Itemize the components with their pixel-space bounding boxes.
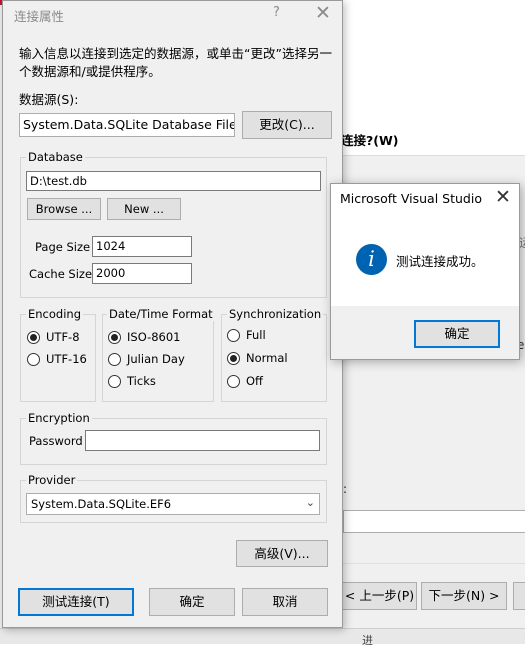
help-icon[interactable]: ? [273, 5, 280, 20]
browse-button[interactable]: Browse ... [27, 198, 101, 220]
radio-label: Ticks [127, 374, 156, 388]
wizard-question: 连接?(W) [341, 133, 399, 148]
radio-label: Normal [246, 351, 288, 365]
cache-size-label: Cache Size [29, 267, 93, 281]
encoding-group-label: Encoding [26, 307, 83, 321]
cancel-button[interactable]: 取消 [242, 588, 328, 616]
radio-label: ISO-8601 [127, 330, 181, 344]
connection-properties-dialog: 连接属性 ? ✕ 输入信息以连接到选定的数据源，或单击“更改”选择另一个数据源和… [2, 0, 343, 628]
provider-group-label: Provider [26, 473, 78, 487]
wizard-toolbar-strip [0, 628, 525, 644]
wizard-top-area [343, 0, 525, 110]
close-icon[interactable]: ✕ [315, 2, 331, 24]
radio-label: Julian Day [127, 352, 185, 366]
data-source-label: 数据源(S): [19, 92, 79, 107]
password-input[interactable] [85, 430, 320, 451]
radio-unselected-icon [108, 352, 121, 366]
page-size-input[interactable]: 1024 [92, 236, 192, 257]
chevron-down-icon: ⌄ [305, 496, 315, 509]
dialog-title: 连接属性 [14, 9, 65, 24]
previous-button[interactable]: < 上一步(P) [343, 582, 417, 610]
close-icon[interactable]: ✕ [495, 186, 511, 208]
radio-unselected-icon [227, 328, 240, 342]
dialog-description: 输入信息以连接到选定的数据源，或单击“更改”选择另一个数据源和/或提供程序。 [19, 46, 332, 79]
ok-button[interactable]: 确定 [149, 588, 235, 616]
radio-selected-icon [227, 351, 240, 365]
datetime-format-group-label: Date/Time Format [107, 307, 215, 321]
data-source-field: System.Data.SQLite Database File (.N [19, 113, 235, 137]
info-icon: i [356, 244, 387, 275]
password-label: Password [29, 434, 83, 448]
page-size-label: Page Size [35, 240, 91, 254]
radio-utf8[interactable]: UTF-8 [27, 330, 80, 344]
finish-button[interactable] [513, 582, 525, 610]
provider-selected-value: System.Data.SQLite.EF6 [31, 497, 172, 511]
radio-unselected-icon [108, 374, 121, 388]
message-text: 测试连接成功。 [396, 254, 484, 269]
radio-selected-icon [108, 330, 121, 344]
wizard-label: : [343, 482, 348, 496]
test-connection-button[interactable]: 测试连接(T) [18, 588, 134, 616]
provider-select[interactable]: System.Data.SQLite.EF6 ⌄ [26, 493, 320, 515]
radio-unselected-icon [27, 352, 40, 366]
wizard-connection-string-field[interactable] [343, 510, 525, 533]
radio-utf16[interactable]: UTF-16 [27, 352, 87, 366]
wizard-toolbar-text: 进 [362, 634, 373, 647]
radio-selected-icon [27, 330, 40, 344]
change-button[interactable]: 更改(C)... [242, 111, 332, 139]
radio-sync-off[interactable]: Off [227, 374, 263, 388]
message-box: Microsoft Visual Studio ✕ i 测试连接成功。 确定 [330, 183, 520, 360]
radio-label: Full [246, 328, 266, 342]
database-group-label: Database [26, 150, 85, 164]
radio-julian-day[interactable]: Julian Day [108, 352, 185, 366]
synchronization-group-label: Synchronization [227, 307, 324, 321]
radio-ticks[interactable]: Ticks [108, 374, 156, 388]
radio-label: UTF-16 [46, 352, 87, 366]
radio-iso8601[interactable]: ISO-8601 [108, 330, 180, 344]
message-ok-button[interactable]: 确定 [414, 320, 500, 348]
radio-sync-full[interactable]: Full [227, 328, 266, 342]
radio-label: UTF-8 [46, 330, 80, 344]
database-path-input[interactable]: D:\test.db [26, 171, 321, 191]
cache-size-input[interactable]: 2000 [92, 263, 192, 284]
message-box-title: Microsoft Visual Studio [340, 191, 482, 206]
advanced-button[interactable]: 高级(V)... [236, 540, 328, 567]
radio-label: Off [246, 374, 263, 388]
new-database-button[interactable]: New ... [107, 198, 181, 220]
radio-sync-normal[interactable]: Normal [227, 351, 288, 365]
encryption-group-label: Encryption [26, 411, 92, 425]
next-button[interactable]: 下一步(N) > [421, 582, 507, 610]
radio-unselected-icon [227, 374, 240, 388]
